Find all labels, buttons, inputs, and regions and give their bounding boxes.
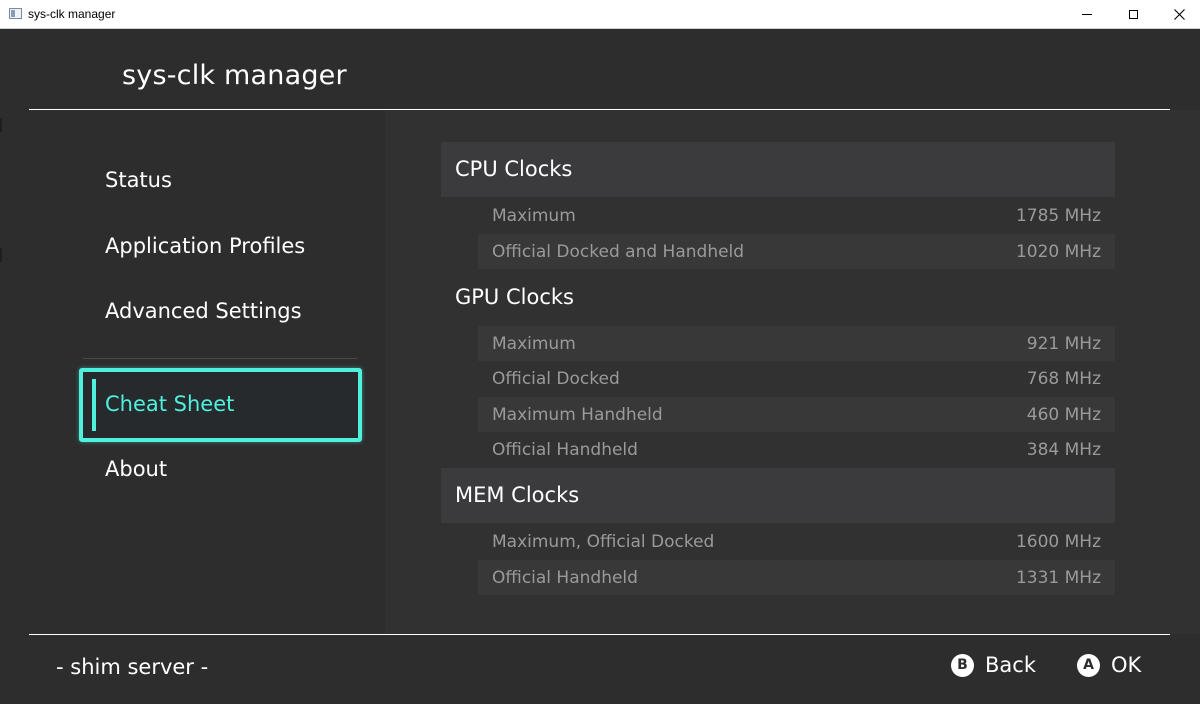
sidebar: Status Application Profiles Advanced Set… [0, 110, 385, 634]
table-row: Maximum 1785 MHz [478, 198, 1115, 233]
row-value: 460 MHz [1026, 405, 1101, 425]
back-label: Back [985, 653, 1036, 677]
table-row: Maximum, Official Docked 1600 MHz [478, 524, 1115, 559]
row-label: Maximum Handheld [492, 405, 663, 425]
close-button[interactable] [1156, 0, 1200, 29]
minimize-icon [1082, 14, 1092, 15]
table-row: Official Docked and Handheld 1020 MHz [478, 234, 1115, 269]
section-title: CPU Clocks [455, 157, 573, 181]
footer-divider [29, 634, 1170, 635]
close-icon [1173, 9, 1185, 20]
row-label: Official Handheld [492, 440, 638, 460]
a-button-icon: A [1077, 653, 1100, 677]
row-label: Official Handheld [492, 568, 638, 588]
row-label: Official Docked [492, 369, 620, 389]
table-row: Maximum Handheld 460 MHz [478, 397, 1115, 432]
section-header-cpu: CPU Clocks [441, 142, 1115, 197]
table-row: Official Docked 768 MHz [478, 361, 1115, 396]
maximize-button[interactable] [1110, 0, 1156, 29]
row-label: Maximum [492, 334, 576, 354]
row-value: 1600 MHz [1015, 532, 1101, 552]
table-row: Official Handheld 1331 MHz [478, 560, 1115, 595]
cheat-sheet-panel: CPU Clocks Maximum 1785 MHz Official Doc… [385, 110, 1200, 634]
ok-label: OK [1111, 653, 1142, 677]
sidebar-divider [83, 358, 357, 359]
row-value: 768 MHz [1026, 369, 1101, 389]
back-button[interactable]: B Back [951, 653, 1036, 677]
maximize-icon [1128, 10, 1138, 19]
sidebar-item-advanced-settings[interactable]: Advanced Settings [105, 299, 302, 323]
window-titlebar: sys-clk manager [0, 0, 1200, 29]
row-value: 921 MHz [1026, 334, 1101, 354]
sidebar-item-status[interactable]: Status [105, 168, 172, 192]
section-title-gpu: GPU Clocks [455, 285, 574, 309]
minimize-button[interactable] [1064, 0, 1110, 29]
table-row: Official Handheld 384 MHz [478, 432, 1115, 467]
row-label: Maximum [492, 206, 576, 226]
sidebar-item-about[interactable]: About [105, 457, 167, 481]
selection-indicator [92, 379, 96, 431]
app-title: sys-clk manager [122, 60, 347, 91]
row-value: 1020 MHz [1015, 242, 1101, 262]
row-value: 384 MHz [1026, 440, 1101, 460]
ok-button[interactable]: A OK [1077, 653, 1141, 677]
sidebar-item-cheat-sheet[interactable]: Cheat Sheet [79, 368, 362, 442]
section-title: MEM Clocks [455, 483, 580, 507]
row-label: Official Docked and Handheld [492, 242, 745, 262]
section-header-mem: MEM Clocks [441, 468, 1115, 523]
app-icon [9, 8, 22, 19]
row-value: 1785 MHz [1015, 206, 1101, 226]
window-title: sys-clk manager [28, 7, 116, 21]
sidebar-item-application-profiles[interactable]: Application Profiles [105, 234, 305, 258]
table-row: Maximum 921 MHz [478, 326, 1115, 361]
sidebar-item-label: Cheat Sheet [105, 392, 235, 416]
b-button-icon: B [951, 653, 974, 677]
row-value: 1331 MHz [1015, 568, 1101, 588]
footer-status-text: - shim server - [56, 655, 209, 679]
row-label: Maximum, Official Docked [492, 532, 715, 552]
